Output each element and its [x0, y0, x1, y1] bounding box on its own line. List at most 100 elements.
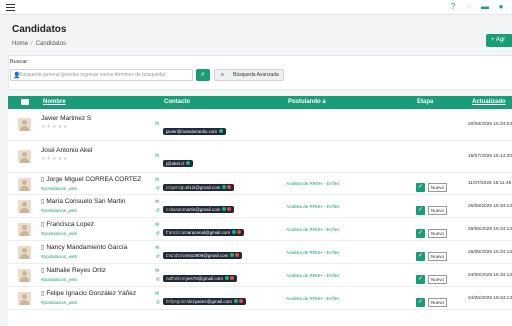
- whatsapp-icon: [219, 129, 224, 133]
- phone-cell[interactable]: ✆ 958336318: [156, 186, 186, 192]
- table-row[interactable]: José Antonio Akel ★★★★★ ✉ j@akel.cl 15/07/20…: [8, 141, 512, 173]
- status-dot-icon: [227, 185, 232, 189]
- stage-badge[interactable]: Nuevo: [428, 297, 448, 307]
- col-etapa: Etapa: [417, 99, 434, 105]
- updated-date: 26/06/2025 15:34:13: [468, 249, 512, 255]
- mail-icon: ✉: [155, 222, 160, 228]
- candidate-name[interactable]: ▯ Jorge Miguel CORREA CORTEZ: [41, 176, 141, 183]
- col-postulando: Postulando a: [288, 99, 326, 105]
- phone-text: 958336318: [163, 186, 186, 191]
- col-actualizado[interactable]: Actualizado: [472, 99, 506, 105]
- table-row[interactable]: ▯ Felipe Ignacio González Yáñez #postulaci…: [8, 287, 512, 310]
- user-search-icon: 👤: [13, 73, 21, 79]
- top-bar: ? ◌ ▬ ●: [0, 0, 512, 15]
- updated-date: 11/07/2025 15:11:49: [468, 181, 512, 186]
- source-tag: #postulacion_web: [41, 231, 78, 236]
- phone-cell[interactable]: ✆ 975760327: [156, 254, 186, 260]
- search-input[interactable]: 👤 Búsqueda general (puedes ingresar vari…: [10, 69, 193, 81]
- position-link[interactable]: Analista de RRHH - Errflex: [286, 181, 340, 186]
- stage-badge[interactable]: Nuevo: [428, 183, 448, 193]
- search-label: Buscar:: [10, 59, 29, 65]
- rating-stars[interactable]: ★★★★★: [41, 156, 68, 162]
- position-link[interactable]: Analista de RRHH - Errflex: [286, 204, 340, 209]
- candidate-name[interactable]: Javier Martinez S: [41, 115, 91, 122]
- stage-badge[interactable]: Nuevo: [428, 205, 448, 215]
- car-icon[interactable]: ▬: [480, 2, 490, 12]
- check-icon[interactable]: ✓: [416, 251, 425, 261]
- candidate-name-text: Nathalie Reyes Ortiz: [46, 267, 106, 274]
- stage-badge[interactable]: Nuevo: [428, 274, 448, 284]
- candidate-name-text: Javier Martinez S: [41, 115, 92, 122]
- candidates-table: Nombre Contacto Postulando a Etapa Actua…: [8, 96, 512, 326]
- status-dot-icon: [227, 207, 232, 211]
- email-chip[interactable]: j@akel.cl: [163, 160, 194, 167]
- check-icon[interactable]: ✓: [416, 183, 425, 193]
- position-link[interactable]: Analista de RRHH - Errflex: [286, 296, 340, 301]
- contact-cell: ✉ javier@mandomedio.com: [155, 120, 227, 138]
- mail-icon: ✉: [155, 121, 160, 127]
- stage-badge[interactable]: Nuevo: [428, 251, 448, 261]
- candidate-name[interactable]: ▯ Nathalie Reyes Ortiz: [41, 267, 106, 274]
- document-icon: ▯: [41, 177, 45, 183]
- status-dot-icon: [229, 276, 234, 280]
- document-icon: ▯: [41, 222, 45, 228]
- whatsapp-icon: [224, 276, 229, 280]
- whatsapp-icon: [222, 185, 227, 189]
- candidate-name-text: Francisca Lopez: [46, 221, 95, 228]
- phone-icon: ✆: [156, 300, 161, 306]
- stage-cell: ✓ Nuevo: [416, 294, 448, 312]
- avatar: [18, 246, 31, 259]
- advanced-search-button[interactable]: ≡ Búsqueda Avanzada: [214, 69, 284, 81]
- position-link[interactable]: Analista de RRHH - Errflex: [286, 273, 340, 278]
- whatsapp-icon: [233, 299, 238, 303]
- table-row[interactable]: ▯ Nancy Mandamiento García #postulacion_we…: [8, 241, 512, 264]
- help-icon[interactable]: ?: [448, 2, 458, 12]
- notification-icon[interactable]: ◌: [464, 2, 474, 12]
- updated-date: 24/06/2025 15:34:13: [468, 295, 512, 301]
- stage-badge[interactable]: Nuevo: [428, 228, 448, 238]
- phone-cell[interactable]: ✆ 920220451: [156, 208, 186, 214]
- candidate-name[interactable]: ▯ Nancy Mandamiento García: [41, 244, 127, 251]
- email-chip[interactable]: javier@mandomedio.com: [163, 128, 227, 135]
- mail-icon: ✉: [155, 245, 160, 251]
- table-row[interactable]: Javier Martinez S ★★★★★ ✉ javier@mandomedio…: [8, 109, 512, 141]
- camera-icon: [21, 99, 29, 105]
- candidate-name[interactable]: ▯ María Consuelo San Martin: [41, 198, 125, 205]
- search-button[interactable]: ⌕: [196, 69, 210, 81]
- check-icon[interactable]: ✓: [416, 297, 425, 307]
- rating-stars[interactable]: ★★★★★: [41, 124, 68, 130]
- position-link[interactable]: Analista de RRHH - Errflex: [286, 250, 340, 255]
- col-nombre[interactable]: Nombre: [43, 99, 66, 105]
- source-tag: #postulacion_web: [41, 300, 78, 305]
- position-link[interactable]: Analista de RRHH - Errflex: [286, 227, 340, 232]
- breadcrumb-home[interactable]: Home: [12, 41, 28, 47]
- status-dot-icon: [235, 253, 240, 257]
- check-icon[interactable]: ✓: [416, 274, 425, 284]
- table-row[interactable]: ▯ Jorge Miguel CORREA CORTEZ #postulacion_…: [8, 173, 512, 195]
- document-icon: ▯: [41, 268, 45, 274]
- table-row[interactable]: ▯ María Consuelo San Martin #postulacion_w…: [8, 195, 512, 218]
- phone-cell[interactable]: ✆ 922356154: [156, 277, 186, 283]
- stage-cell: ✓ Nuevo: [416, 225, 448, 243]
- add-candidate-button[interactable]: + Agr: [486, 34, 512, 47]
- avatar: [18, 292, 31, 305]
- table-row[interactable]: ▯ Francisca Lopez #postulacion_web ✉ francis…: [8, 218, 512, 241]
- updated-date: 24/06/2025 15:34:13: [468, 272, 512, 278]
- mail-icon: ✉: [155, 199, 160, 205]
- candidate-name[interactable]: ▯ Francisca Lopez: [41, 221, 94, 228]
- phone-text: 975760327: [163, 254, 186, 259]
- phone-cell[interactable]: ✆ 939663862: [156, 231, 186, 237]
- menu-icon[interactable]: [6, 4, 15, 11]
- candidate-name[interactable]: ▯ Felipe Ignacio González Yáñez: [41, 290, 136, 297]
- candidate-name[interactable]: José Antonio Akel: [41, 147, 92, 154]
- status-dot-icon: [237, 230, 242, 234]
- phone-cell[interactable]: ✆ +56962543817: [156, 300, 193, 306]
- phone-icon: ✆: [156, 254, 161, 260]
- check-icon[interactable]: ✓: [416, 228, 425, 238]
- table-row[interactable]: ▯ Nathalie Reyes Ortiz #postulacion_web ✉ na…: [8, 264, 512, 287]
- document-icon: ▯: [41, 291, 45, 297]
- mail-icon: ✉: [155, 291, 160, 297]
- check-icon[interactable]: ✓: [416, 205, 425, 215]
- advanced-search-label: Búsqueda Avanzada: [233, 72, 279, 78]
- user-icon[interactable]: ●: [496, 2, 506, 12]
